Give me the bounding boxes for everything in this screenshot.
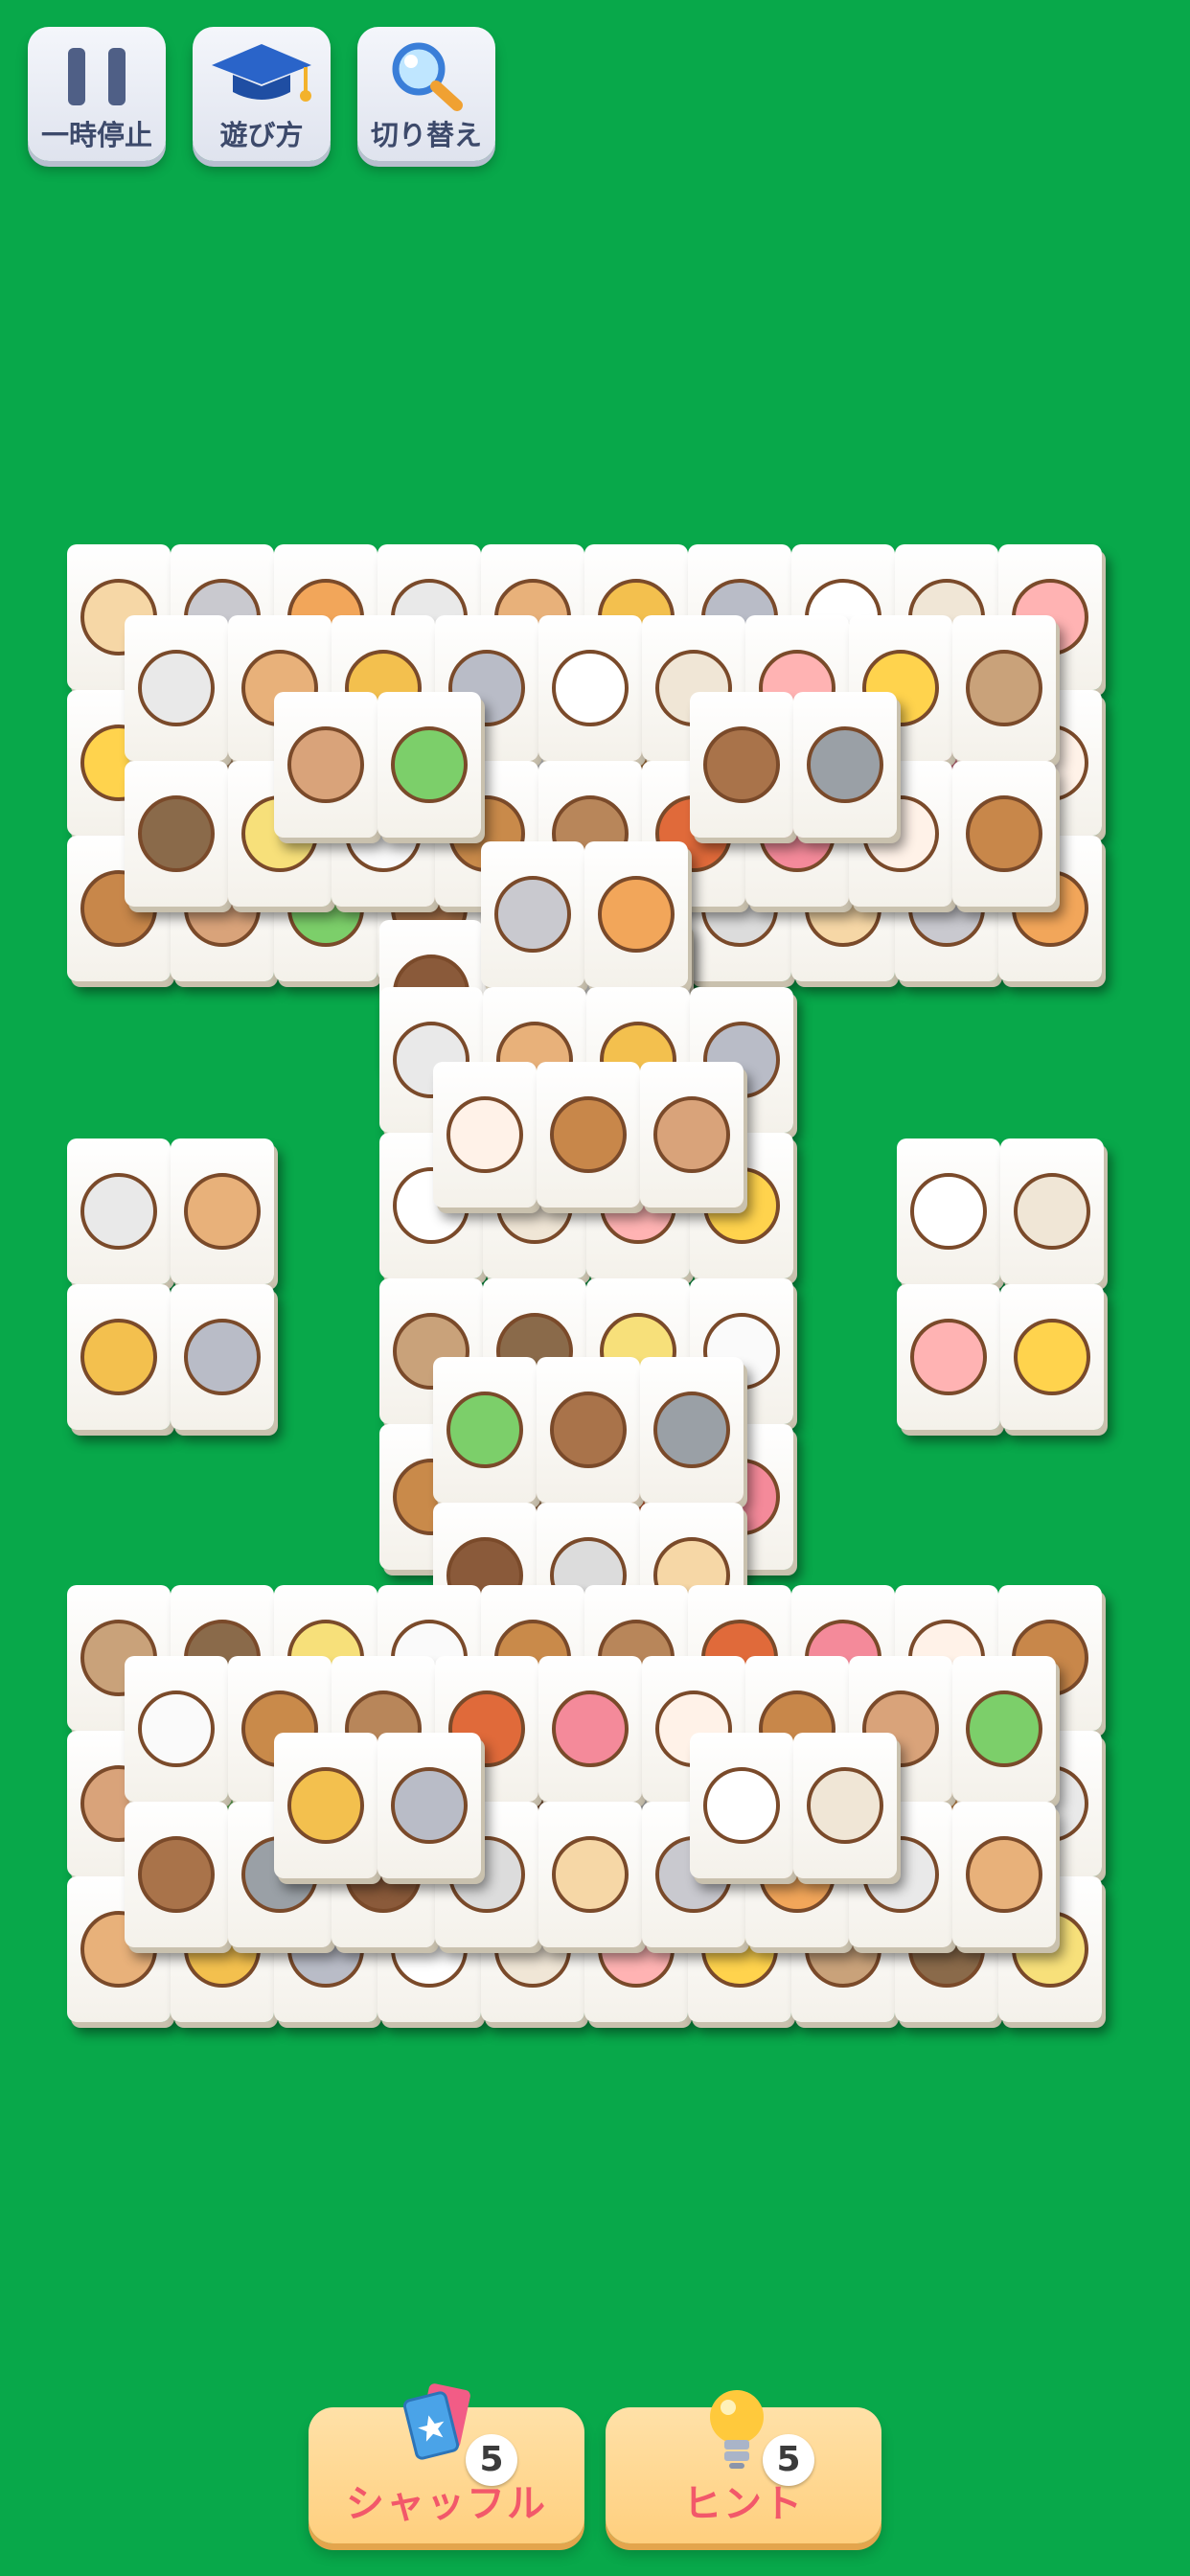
tile-tiger[interactable] bbox=[1000, 1284, 1104, 1430]
owl-icon bbox=[552, 1836, 629, 1913]
tile-koala[interactable] bbox=[481, 841, 584, 987]
tile-sheep[interactable] bbox=[125, 1656, 228, 1802]
tile-capybara[interactable] bbox=[274, 692, 378, 838]
tile-goat[interactable] bbox=[538, 615, 642, 761]
tile-raccoon[interactable] bbox=[125, 615, 228, 761]
frog-icon bbox=[446, 1392, 523, 1468]
tile-pigeon[interactable] bbox=[793, 692, 897, 838]
raccoon-icon bbox=[80, 1173, 157, 1250]
tile-hamster[interactable] bbox=[952, 1802, 1056, 1947]
capybara-icon bbox=[287, 726, 364, 803]
shuffle-button[interactable]: 5 シャッフル bbox=[309, 2383, 584, 2543]
beaver-icon bbox=[550, 1096, 627, 1173]
frog-icon bbox=[391, 726, 468, 803]
hamster-icon bbox=[184, 1173, 261, 1250]
capybara-icon bbox=[653, 1096, 730, 1173]
tile-goat[interactable] bbox=[690, 1733, 793, 1878]
sparrow-icon bbox=[966, 650, 1042, 726]
tile-fox[interactable] bbox=[584, 841, 688, 987]
tile-bear[interactable] bbox=[125, 1802, 228, 1947]
tile-husky[interactable] bbox=[378, 1733, 481, 1878]
woodpecker-icon bbox=[807, 1767, 883, 1844]
lion-icon bbox=[287, 1767, 364, 1844]
tiger-icon bbox=[1014, 1319, 1090, 1395]
husky-icon bbox=[391, 1767, 468, 1844]
goat-icon bbox=[910, 1173, 987, 1250]
gorilla-icon bbox=[138, 795, 215, 872]
woodpecker-icon bbox=[1014, 1173, 1090, 1250]
husky-icon bbox=[184, 1319, 261, 1395]
tile-woodpecker[interactable] bbox=[1000, 1138, 1104, 1284]
pigeon-icon bbox=[653, 1392, 730, 1468]
tile-frog[interactable] bbox=[433, 1357, 537, 1503]
beaver-icon bbox=[966, 795, 1042, 872]
koala-icon bbox=[494, 876, 571, 953]
goat-icon bbox=[703, 1767, 780, 1844]
tile-capybara[interactable] bbox=[640, 1062, 744, 1208]
tile-pigeon[interactable] bbox=[640, 1357, 744, 1503]
tile-lion[interactable] bbox=[67, 1284, 171, 1430]
tile-hamster[interactable] bbox=[171, 1138, 274, 1284]
tile-rabbit[interactable] bbox=[433, 1062, 537, 1208]
pigeon-icon bbox=[807, 726, 883, 803]
frog-icon bbox=[966, 1690, 1042, 1767]
tile-goat[interactable] bbox=[897, 1138, 1000, 1284]
tile-bear[interactable] bbox=[690, 692, 793, 838]
hint-button[interactable]: 5 ヒント bbox=[606, 2390, 881, 2543]
tile-gorilla[interactable] bbox=[125, 761, 228, 907]
tile-lion[interactable] bbox=[274, 1733, 378, 1878]
rabbit-icon bbox=[446, 1096, 523, 1173]
tile-frog[interactable] bbox=[378, 692, 481, 838]
lion-icon bbox=[80, 1319, 157, 1395]
sheep-icon bbox=[138, 1690, 215, 1767]
tile-frog[interactable] bbox=[952, 1656, 1056, 1802]
fox-icon bbox=[598, 876, 675, 953]
bear-icon bbox=[138, 1836, 215, 1913]
tile-owl[interactable] bbox=[538, 1802, 642, 1947]
tile-beaver[interactable] bbox=[952, 761, 1056, 907]
tile-beaver[interactable] bbox=[537, 1062, 640, 1208]
hamster-icon bbox=[966, 1836, 1042, 1913]
tile-sparrow[interactable] bbox=[952, 615, 1056, 761]
tile-woodpecker[interactable] bbox=[793, 1733, 897, 1878]
tile-mouse[interactable] bbox=[897, 1284, 1000, 1430]
tile-raccoon[interactable] bbox=[67, 1138, 171, 1284]
tile-husky[interactable] bbox=[171, 1284, 274, 1430]
bear-icon bbox=[703, 726, 780, 803]
mahjong-board bbox=[0, 0, 1190, 2576]
raccoon-icon bbox=[138, 650, 215, 726]
lightbulb-icon bbox=[703, 2386, 770, 2478]
tile-octopus[interactable] bbox=[538, 1656, 642, 1802]
bear-icon bbox=[550, 1392, 627, 1468]
shuffle-label: シャッフル bbox=[346, 2482, 547, 2526]
octopus-icon bbox=[552, 1690, 629, 1767]
mouse-icon bbox=[910, 1319, 987, 1395]
tile-bear[interactable] bbox=[537, 1357, 640, 1503]
hint-label: ヒント bbox=[683, 2482, 804, 2526]
goat-icon bbox=[552, 650, 629, 726]
